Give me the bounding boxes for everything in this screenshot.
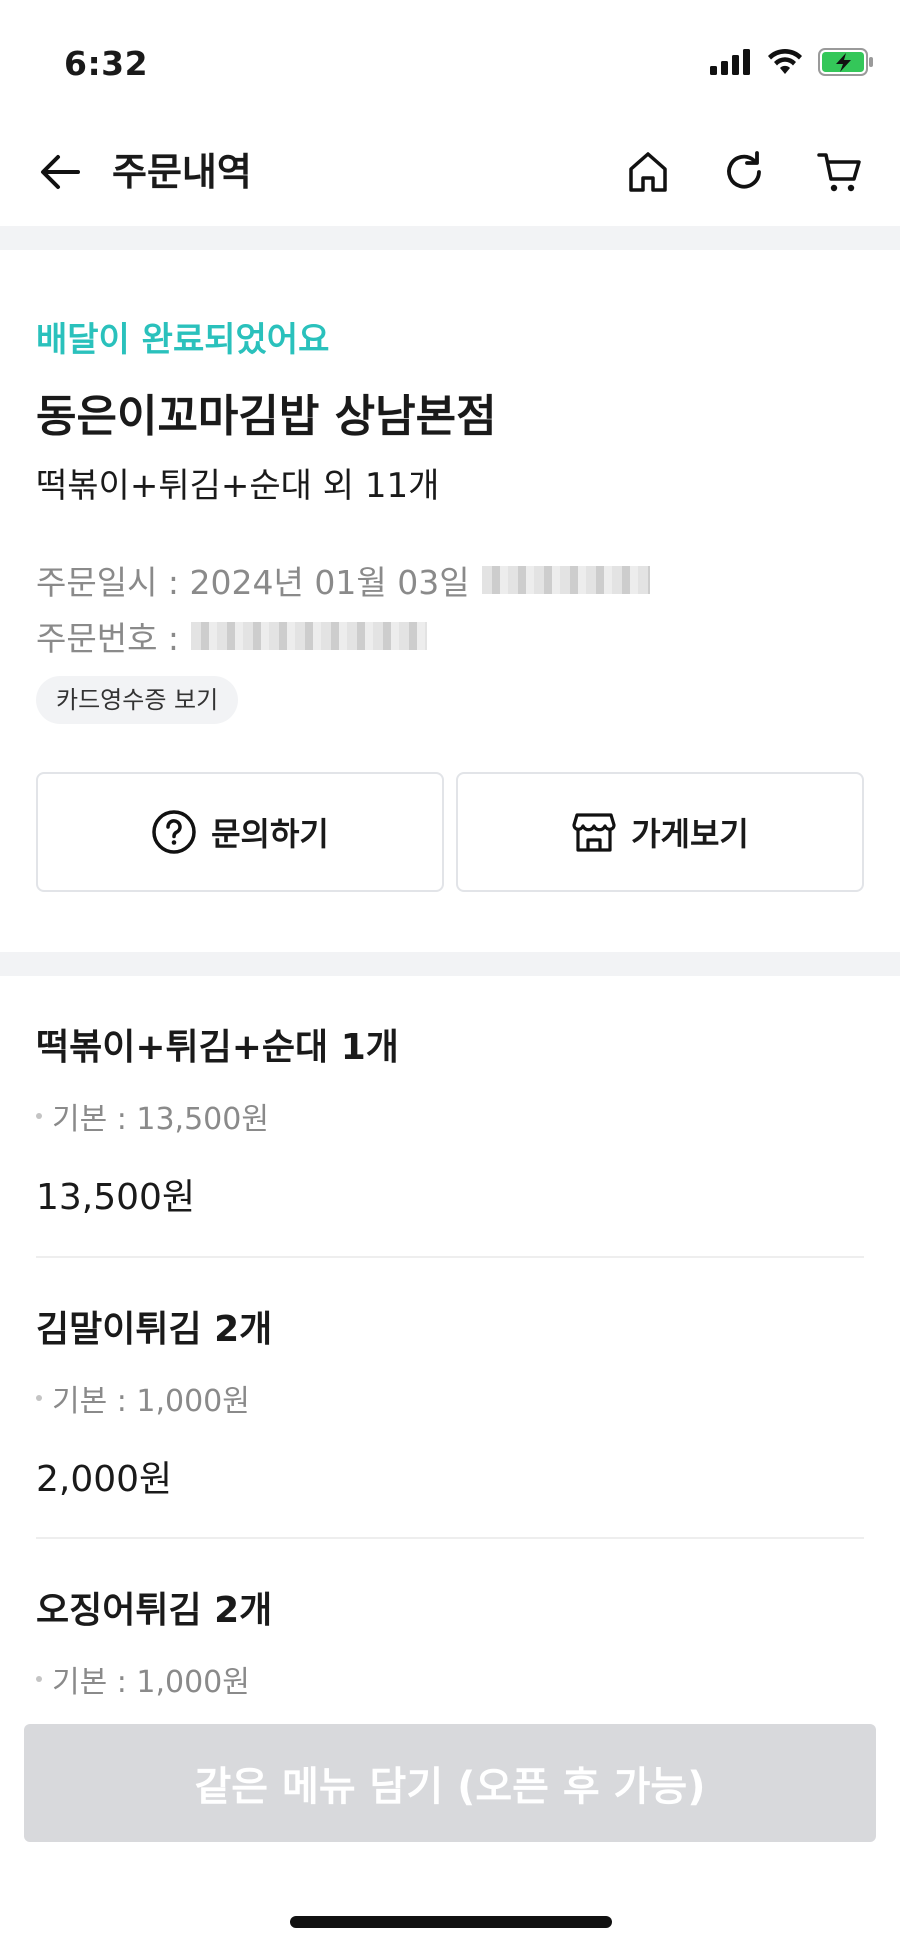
order-number-row: 주문번호 :: [36, 612, 428, 660]
bullet-dot: [36, 1113, 42, 1119]
order-date: 주문일시 : 2024년 01월 03일: [36, 563, 470, 602]
page-title: 주문내역: [112, 150, 252, 194]
home-button[interactable]: [622, 146, 674, 198]
item-separator: [36, 1256, 864, 1258]
item-separator: [36, 1537, 864, 1539]
app-header: 주문내역: [0, 120, 900, 226]
refresh-button[interactable]: [718, 146, 770, 198]
back-button[interactable]: [36, 148, 84, 196]
order-date-row: 주문일시 : 2024년 01월 03일: [36, 556, 650, 604]
bullet-dot: [36, 1395, 42, 1401]
menu-item-option: 기본 : 1,000원: [36, 1376, 250, 1420]
menu-item-name: 떡볶이+튀김+순대 1개: [36, 1027, 399, 1068]
wifi-icon: [768, 48, 802, 74]
menu-item-option-text: 기본 : 1,000원: [52, 1665, 250, 1700]
delivery-status: 배달이 완료되었어요: [36, 320, 330, 360]
view-store-label: 가게보기: [631, 815, 749, 853]
status-bar: 6:32: [0, 0, 900, 120]
cellular-signal-icon: [710, 49, 750, 75]
inquiry-label: 문의하기: [211, 815, 329, 853]
view-store-button[interactable]: 가게보기: [456, 772, 864, 892]
menu-item-name: 오징어튀김 2개: [36, 1590, 273, 1631]
bullet-dot: [36, 1676, 42, 1682]
menu-item-price: 13,500원: [36, 1177, 196, 1218]
redacted-time: [481, 566, 650, 594]
inquiry-button[interactable]: 문의하기: [36, 772, 444, 892]
section-divider: [0, 952, 900, 976]
home-indicator: [290, 1916, 612, 1928]
menu-item-option: 기본 : 13,500원: [36, 1094, 269, 1138]
card-receipt-button[interactable]: 카드영수증 보기: [36, 676, 239, 724]
order-number-label: 주문번호 :: [36, 619, 180, 658]
redacted-order-number: [191, 622, 428, 650]
status-time: 6:32: [64, 44, 149, 83]
order-items-summary: 떡볶이+튀김+순대 외 11개: [36, 466, 440, 506]
refresh-icon: [727, 151, 761, 189]
cart-icon: [817, 153, 861, 192]
cart-button[interactable]: [814, 146, 866, 198]
status-icons: [710, 48, 874, 76]
reorder-same-menu-button[interactable]: 같은 메뉴 담기 (오픈 후 가능): [24, 1724, 876, 1842]
section-divider: [0, 226, 900, 250]
home-icon: [629, 152, 667, 192]
store-name: 동은이꼬마김밥 상남본점: [36, 391, 497, 442]
battery-charging-icon: [818, 48, 873, 76]
store-icon: [572, 813, 616, 852]
menu-item-option-text: 기본 : 13,500원: [52, 1102, 269, 1137]
menu-item-option-text: 기본 : 1,000원: [52, 1384, 250, 1419]
menu-item-option: 기본 : 1,000원: [36, 1657, 250, 1701]
question-circle-icon: [152, 810, 196, 854]
menu-item-price: 2,000원: [36, 1459, 173, 1500]
menu-item-name: 김말이튀김 2개: [36, 1309, 273, 1350]
back-arrow-icon: [41, 155, 80, 189]
